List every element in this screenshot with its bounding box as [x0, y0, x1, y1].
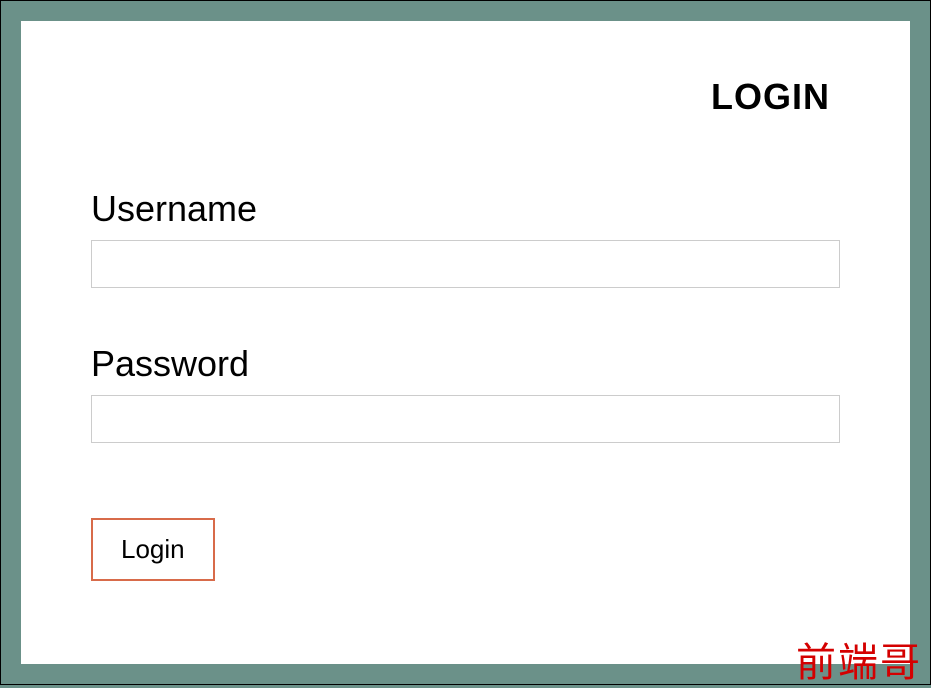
username-label: Username — [91, 188, 840, 230]
password-label: Password — [91, 343, 840, 385]
page-title: LOGIN — [91, 76, 840, 118]
password-field-group: Password — [91, 343, 840, 443]
login-button[interactable]: Login — [91, 518, 215, 581]
username-input[interactable] — [91, 240, 840, 288]
password-input[interactable] — [91, 395, 840, 443]
login-form-container: LOGIN Username Password Login — [21, 21, 910, 664]
username-field-group: Username — [91, 188, 840, 288]
